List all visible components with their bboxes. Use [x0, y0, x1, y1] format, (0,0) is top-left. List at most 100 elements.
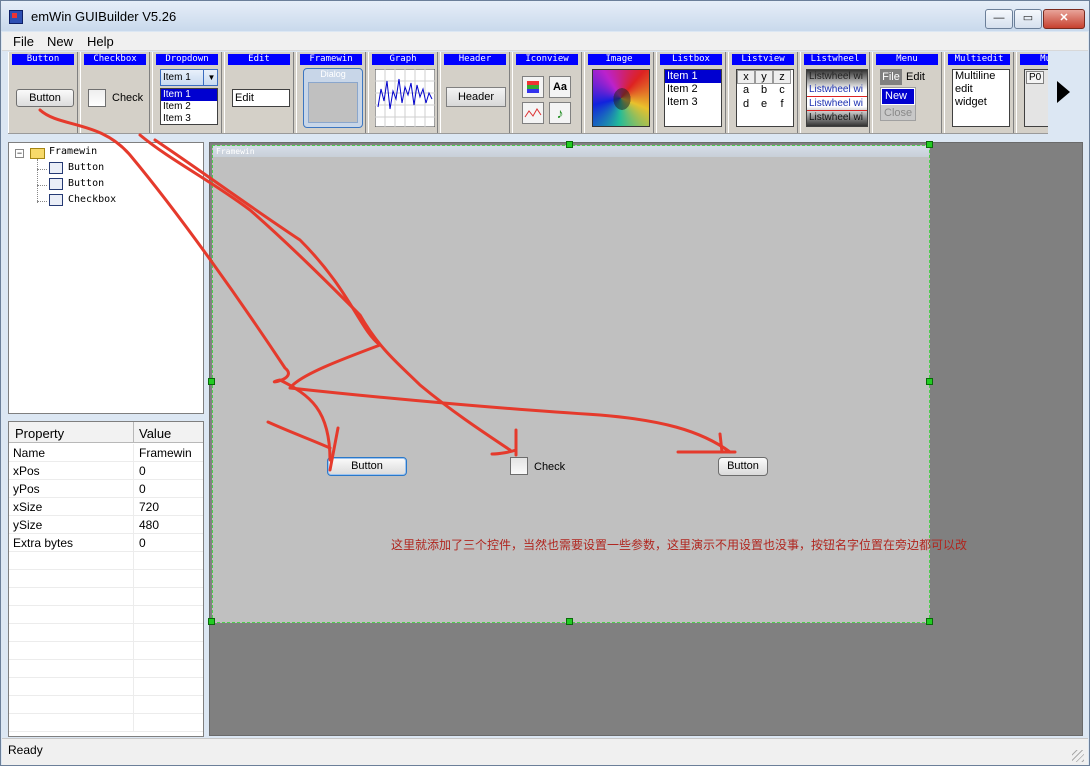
multipage-tab: P0 [1026, 71, 1045, 84]
tree-item-button[interactable]: Button [68, 178, 104, 189]
music-note-icon: ♪ [549, 102, 571, 124]
listview-header-cell: y [755, 70, 773, 84]
tool-button-preview: Button [16, 89, 74, 107]
tool-listwheel[interactable]: Listwheel Listwheel wi Listwheel wi List… [800, 52, 870, 133]
tool-multiedit-label: Multiedit [948, 54, 1010, 65]
property-row[interactable]: ySize 480 [9, 516, 203, 534]
tree-item-button[interactable]: Button [68, 162, 104, 173]
listview-cell: e [760, 98, 768, 110]
tool-graph[interactable]: Graph [368, 52, 438, 133]
design-canvas[interactable]: Framewin Button Check Button 这里就添加了三个控件，… [208, 141, 1083, 736]
widget-toolbar: Button Button Checkbox Check Dropdown It… [8, 52, 1048, 134]
minimize-button[interactable]: — [985, 9, 1013, 29]
books-icon [522, 76, 544, 98]
edit-preview-text: Edit [235, 92, 254, 104]
design-checkbox-label: Check [534, 461, 566, 473]
tool-multiedit[interactable]: Multiedit Multiline edit widget [944, 52, 1014, 133]
list-item: Listwheel wi [809, 112, 863, 123]
property-row[interactable]: Extra bytes 0 [9, 534, 203, 552]
tool-framewin[interactable]: Framewin Dialog [296, 52, 366, 133]
tool-image[interactable]: Image [584, 52, 654, 133]
framewin-preview: Dialog [303, 68, 363, 128]
design-checkbox[interactable] [510, 457, 528, 475]
tool-dropdown[interactable]: Dropdown Item 1 ▼ Item 1 Item 2 Item 3 [152, 52, 222, 133]
status-bar: Ready [2, 738, 1088, 765]
maximize-button[interactable]: ▭ [1014, 9, 1042, 29]
header-preview: Header [446, 87, 506, 107]
tool-edit[interactable]: Edit Edit [224, 52, 294, 133]
property-value[interactable]: 480 [139, 518, 159, 532]
tool-menu[interactable]: Menu File Edit New Close [872, 52, 942, 133]
close-button[interactable]: ✕ [1043, 9, 1085, 29]
framewin-design[interactable]: Framewin Button Check Button 这里就添加了三个控件，… [212, 145, 967, 623]
status-text: Ready [8, 743, 43, 757]
listview-cell: c [779, 84, 785, 96]
design-button-1[interactable]: Button [327, 457, 407, 476]
value-column-header[interactable]: Value [139, 426, 171, 441]
tool-listview-label: Listview [732, 54, 794, 65]
edit-preview: Edit [232, 89, 290, 107]
listview-header-cell: z [773, 70, 791, 84]
property-grid-header: Property Value [9, 422, 203, 443]
resize-grip-icon[interactable] [1072, 750, 1084, 762]
resize-handle[interactable] [208, 618, 215, 625]
list-item: Item 1 [665, 70, 721, 83]
menu-help[interactable]: Help [87, 34, 114, 49]
folder-icon [30, 148, 45, 159]
resize-handle[interactable] [208, 378, 215, 385]
resize-handle[interactable] [566, 141, 573, 148]
resize-handle[interactable] [926, 141, 933, 148]
property-grid: Property Value Name Framewin xPos 0 yPos 0 … [8, 421, 204, 737]
right-arrow-icon[interactable] [1057, 81, 1070, 103]
collapse-icon[interactable]: − [15, 149, 24, 158]
list-item: Listwheel wi [807, 83, 867, 97]
property-value[interactable]: 0 [139, 536, 146, 550]
resize-handle[interactable] [566, 618, 573, 625]
chart-icon [522, 102, 544, 124]
tool-framewin-label: Framewin [300, 54, 362, 65]
menu-preview-new: New [881, 88, 915, 105]
property-row[interactable]: yPos 0 [9, 480, 203, 498]
property-row[interactable]: Name Framewin [9, 444, 203, 462]
tool-button[interactable]: Button Button [8, 52, 78, 133]
menu-new[interactable]: New [47, 34, 73, 49]
listview-cell: a [742, 84, 750, 96]
widget-node-icon [49, 162, 63, 174]
tree-item-checkbox[interactable]: Checkbox [68, 194, 116, 205]
tool-header[interactable]: Header Header [440, 52, 510, 133]
property-row[interactable]: xSize 720 [9, 498, 203, 516]
font-icon: Aa [549, 76, 571, 98]
design-button-2[interactable]: Button [718, 457, 768, 476]
tool-listbox-label: Listbox [660, 54, 722, 65]
graph-preview-icon [375, 69, 435, 127]
tool-header-label: Header [444, 54, 506, 65]
list-item: Item 3 [667, 96, 698, 108]
resize-handle[interactable] [926, 618, 933, 625]
tool-checkbox-box [88, 89, 106, 107]
property-value[interactable]: Framewin [139, 446, 192, 460]
multiedit-preview: Multiline edit widget [952, 69, 1010, 127]
resize-handle[interactable] [926, 378, 933, 385]
menu-file[interactable]: File [13, 34, 34, 49]
widget-tree: − Framewin Button Button Checkbox [8, 142, 204, 414]
window-title: emWin GUIBuilder V5.26 [31, 9, 177, 24]
tool-menu-label: Menu [876, 54, 938, 65]
tool-multipage[interactable]: Mult P0 [1016, 52, 1048, 133]
listview-cell: b [760, 84, 768, 96]
tool-listview[interactable]: Listview x y z a b c d e f [728, 52, 798, 133]
property-column-header[interactable]: Property [15, 426, 64, 441]
tool-image-label: Image [588, 54, 650, 65]
tool-multipage-label: Mult [1020, 54, 1048, 65]
tool-listbox[interactable]: Listbox Item 1 Item 2 Item 3 [656, 52, 726, 133]
list-item: Item 2 [667, 83, 698, 95]
property-value[interactable]: 0 [139, 464, 146, 478]
multiedit-line: Multiline [955, 70, 996, 82]
property-value[interactable]: 0 [139, 482, 146, 496]
title-bar[interactable]: emWin GUIBuilder V5.26 — ▭ ✕ [1, 1, 1089, 31]
tool-iconview[interactable]: Iconview Aa ♪ [512, 52, 582, 133]
tool-checkbox[interactable]: Checkbox Check [80, 52, 150, 133]
tree-root[interactable]: Framewin [49, 146, 97, 157]
property-value[interactable]: 720 [139, 500, 159, 514]
tool-graph-label: Graph [372, 54, 434, 65]
property-row[interactable]: xPos 0 [9, 462, 203, 480]
